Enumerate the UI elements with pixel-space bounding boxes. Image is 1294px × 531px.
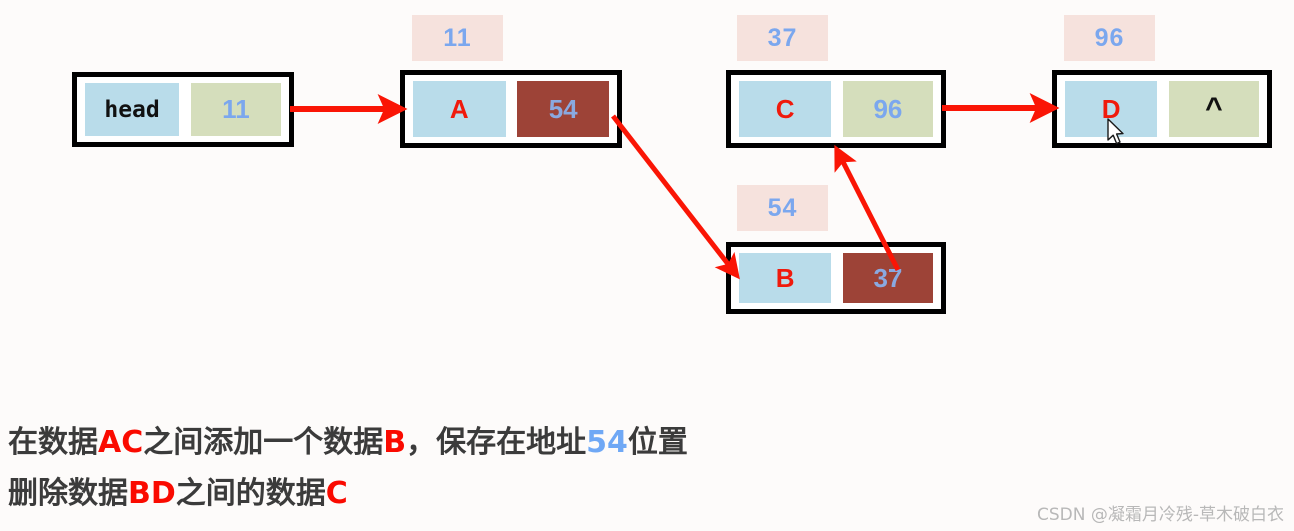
node-A-next-cell: 54 [517, 81, 609, 137]
address-tag-B: 54 [737, 185, 828, 231]
node-B-next-cell: 37 [842, 253, 933, 303]
node-head-data-cell: head [85, 83, 180, 136]
cell-divider [179, 83, 191, 136]
watermark-text: CSDN @凝霜月冷残-草木破白衣 [1036, 505, 1284, 525]
caption-l1-node-b: B [383, 425, 407, 460]
caption-l2-node-c: C [325, 476, 348, 511]
caption-l1-nodes-ac: AC [98, 425, 144, 460]
arrow-A-to-B [611, 114, 740, 280]
node-D-next-cell: ^ [1168, 81, 1259, 137]
cell-divider [506, 81, 518, 137]
caption-l1-seg5: ，保存在地址 [406, 425, 587, 460]
caption-line-1: 在数据AC之间添加一个数据B，保存在地址54位置 [8, 417, 688, 461]
caption-l1-seg7: 位置 [627, 425, 688, 460]
caption-l1-address-54: 54 [586, 425, 628, 460]
address-tag-D: 96 [1064, 15, 1155, 61]
cell-divider [831, 81, 843, 137]
caption-l2-seg3: 之间的数据 [175, 476, 326, 511]
caption-l1-seg1: 在数据 [8, 425, 98, 460]
caption-l1-seg3: 之间添加一个数据 [143, 425, 384, 460]
node-A-data-cell: A [413, 81, 506, 137]
node-C-next-cell: 96 [842, 81, 933, 137]
mouse-cursor-icon [1107, 118, 1124, 145]
diagram-canvas: 11 37 96 54 head 11 A 54 C 96 D ^ B 37 在… [0, 0, 1294, 531]
node-C[interactable]: C 96 [726, 70, 946, 148]
node-head-next-cell: 11 [190, 83, 281, 136]
node-C-data-cell: C [739, 81, 832, 137]
cell-divider [831, 253, 843, 303]
address-tag-C: 37 [737, 15, 828, 61]
cell-divider [1157, 81, 1169, 137]
node-B[interactable]: B 37 [726, 242, 946, 314]
node-head[interactable]: head 11 [72, 72, 294, 147]
node-B-data-cell: B [739, 253, 832, 303]
caption-line-2: 删除数据BD之间的数据C [8, 468, 348, 512]
caption-l2-seg1: 删除数据 [8, 476, 128, 511]
address-tag-A: 11 [412, 15, 503, 61]
caption-l2-nodes-bd: BD [128, 476, 176, 511]
node-D[interactable]: D ^ [1052, 70, 1272, 148]
node-A[interactable]: A 54 [400, 70, 622, 148]
